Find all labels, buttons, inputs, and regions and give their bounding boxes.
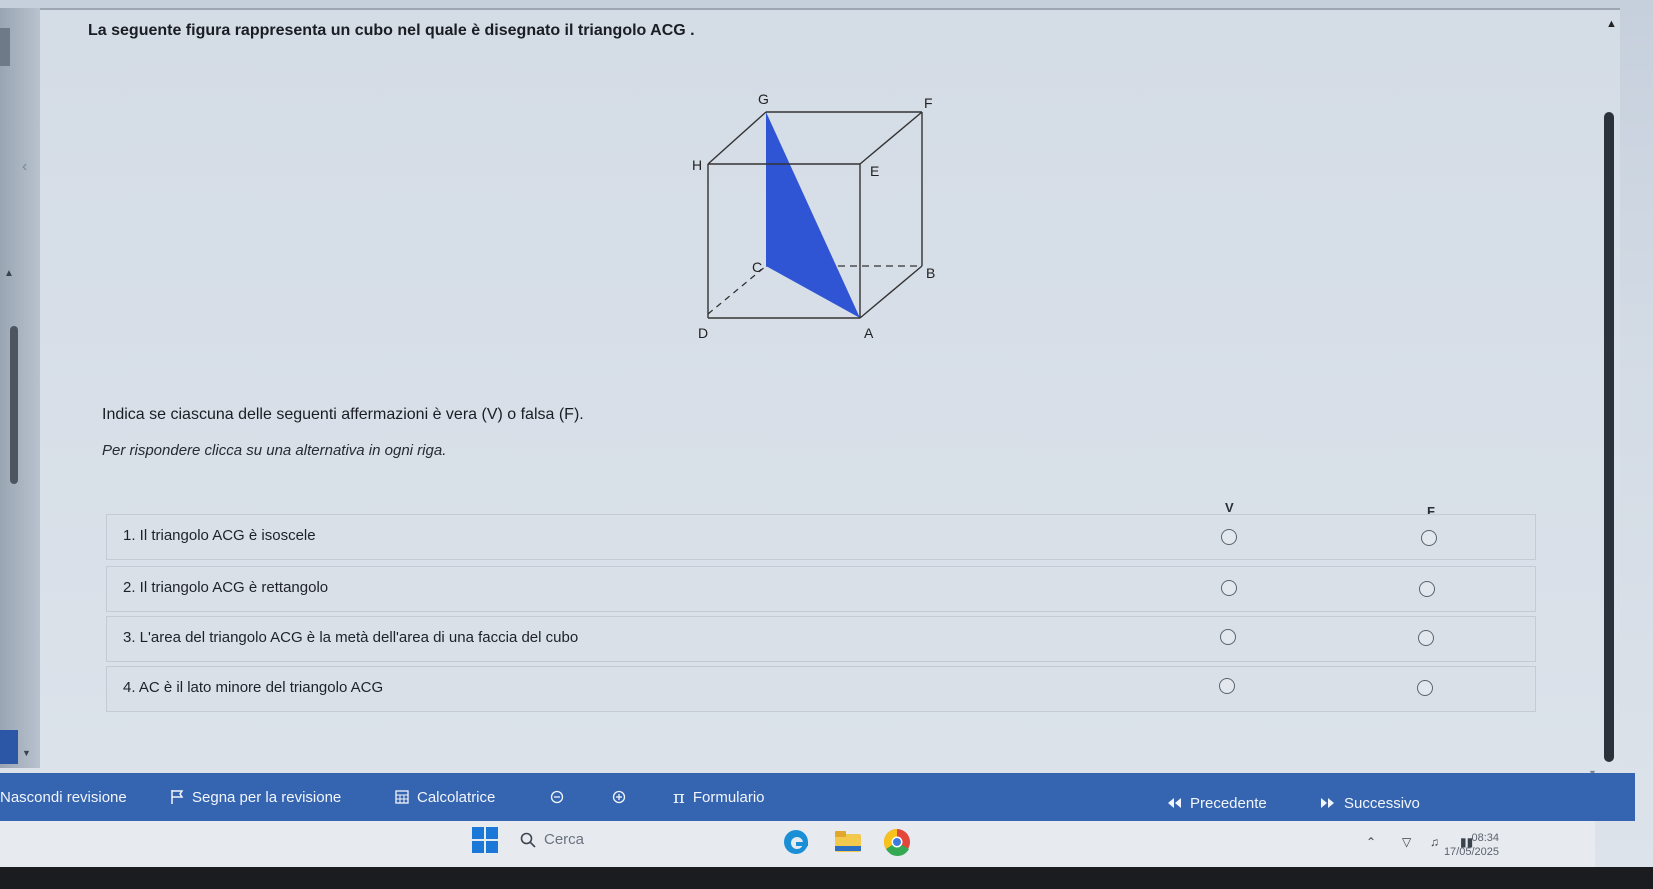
previous-label: Precedente xyxy=(1190,794,1267,812)
windows-start-icon[interactable] xyxy=(472,827,498,853)
statement-label: 4. AC è il lato minore del triangolo ACG xyxy=(123,679,384,696)
statement-label: 2. Il triangolo ACG è rettangolo xyxy=(123,579,329,596)
scroll-up-icon[interactable]: ▲ xyxy=(4,268,14,279)
statement-row-1: 1. Il triangolo ACG è isoscele xyxy=(106,514,1536,560)
calculator-icon xyxy=(395,790,409,804)
vertex-d-label: D xyxy=(698,325,708,341)
search-icon xyxy=(520,832,536,848)
monitor-bezel xyxy=(0,867,1653,889)
file-explorer-icon[interactable] xyxy=(834,830,862,854)
zoom-in-button[interactable] xyxy=(612,773,626,821)
radio-true-2[interactable] xyxy=(1221,580,1237,596)
volume-icon[interactable]: ♫ xyxy=(1430,835,1439,849)
formulary-button[interactable]: π Formulario xyxy=(673,773,765,821)
sidebar-current-marker xyxy=(0,730,18,764)
edge-ab xyxy=(859,265,923,319)
os-taskbar: Cerca ⌃ ▽ ♫ ▮▮ 08:34 17/05/2025 xyxy=(0,821,1595,867)
scroll-down-icon[interactable]: ▼ xyxy=(22,748,31,758)
vertex-a-label: A xyxy=(864,325,874,341)
question-panel: La seguente figura rappresenta un cubo n… xyxy=(40,8,1620,775)
system-clock[interactable]: 08:34 17/05/2025 xyxy=(1444,831,1499,859)
chevron-left-icon[interactable]: ‹ xyxy=(22,158,27,176)
clock-date: 17/05/2025 xyxy=(1443,846,1499,858)
calculator-label: Calcolatrice xyxy=(417,788,496,806)
chrome-browser-icon[interactable] xyxy=(882,827,912,857)
sidebar-scrollbar[interactable] xyxy=(10,326,18,484)
radio-false-2[interactable] xyxy=(1419,581,1435,597)
bottom-navbar: Nascondi revisione Segna per la revision… xyxy=(0,773,1635,821)
hint-text: Per rispondere clicca su una alternativa… xyxy=(102,442,447,459)
radio-true-3[interactable] xyxy=(1220,629,1236,645)
statement-row-3: 3. L'area del triangolo ACG è la metà de… xyxy=(106,616,1536,662)
statement-row-2: 2. Il triangolo ACG è rettangolo xyxy=(106,566,1536,612)
triangle-acg xyxy=(766,112,860,318)
pi-icon: π xyxy=(673,786,685,808)
statement-label: 1. Il triangolo ACG è isoscele xyxy=(123,527,316,544)
previous-button[interactable]: Precedente xyxy=(1166,779,1267,827)
hide-review-button[interactable]: Nascondi revisione xyxy=(0,773,127,821)
zoom-in-icon xyxy=(612,790,626,804)
flag-icon xyxy=(171,790,184,804)
statement-row-4: 4. AC è il lato minore del triangolo ACG xyxy=(106,666,1536,712)
next-button[interactable]: Successivo xyxy=(1320,779,1420,827)
review-sidebar: ‹ ▲ ▼ xyxy=(0,8,40,768)
edge-hg xyxy=(707,111,767,165)
vertex-g-label: G xyxy=(758,91,769,107)
mark-review-button[interactable]: Segna per la revisione xyxy=(170,773,341,821)
radio-false-1[interactable] xyxy=(1421,530,1437,546)
hide-review-label: Nascondi revisione xyxy=(0,788,127,806)
zoom-out-icon xyxy=(550,790,564,804)
statement-label: 3. L'area del triangolo ACG è la metà de… xyxy=(123,629,579,646)
mark-review-label: Segna per la revisione xyxy=(192,788,342,806)
calculator-button[interactable]: Calcolatrice xyxy=(395,773,495,821)
radio-false-3[interactable] xyxy=(1418,630,1434,646)
scroll-up-icon[interactable]: ▲ xyxy=(1606,18,1617,30)
edge-fe xyxy=(859,111,923,165)
edge-browser-icon[interactable] xyxy=(782,828,810,856)
show-hidden-icons-chevron-icon[interactable]: ⌃ xyxy=(1366,835,1376,849)
zoom-out-button[interactable] xyxy=(550,773,564,821)
rewind-icon xyxy=(1168,798,1181,808)
wifi-icon[interactable]: ▽ xyxy=(1402,835,1411,849)
vertex-h-label: H xyxy=(692,157,702,173)
search-placeholder: Cerca xyxy=(544,831,585,848)
question-title: La seguente figura rappresenta un cubo n… xyxy=(88,22,695,39)
column-header-v: V xyxy=(1225,500,1234,515)
radio-false-4[interactable] xyxy=(1417,680,1433,696)
taskbar-search[interactable]: Cerca xyxy=(520,831,584,848)
radio-true-4[interactable] xyxy=(1219,678,1235,694)
sidebar-tab[interactable] xyxy=(0,28,10,66)
next-label: Successivo xyxy=(1344,794,1420,812)
formulary-label: Formulario xyxy=(692,788,765,806)
page-scrollbar[interactable] xyxy=(1604,112,1614,762)
screen: ‹ ▲ ▼ La seguente figura rappresenta un … xyxy=(0,0,1653,870)
vertex-e-label: E xyxy=(870,163,879,179)
vertex-c-label: C xyxy=(752,259,762,275)
fast-forward-icon xyxy=(1321,798,1334,808)
radio-true-1[interactable] xyxy=(1221,529,1237,545)
cube-figure: G F H E C B D A xyxy=(692,91,935,341)
vertex-b-label: B xyxy=(926,265,935,281)
instruction-text: Indica se ciascuna delle seguenti afferm… xyxy=(102,406,584,423)
vertex-f-label: F xyxy=(924,95,933,111)
clock-time: 08:34 xyxy=(1471,832,1499,844)
